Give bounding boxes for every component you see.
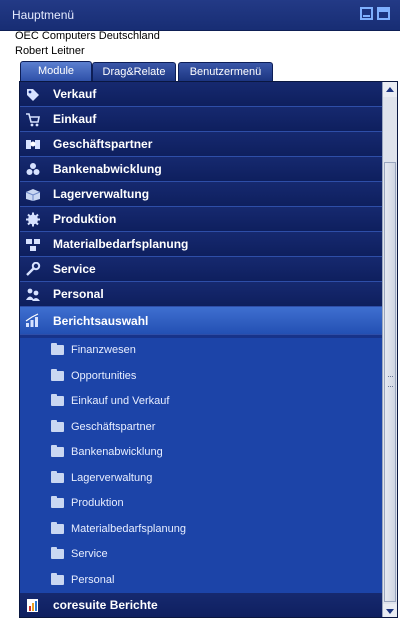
folder-label: Lagerverwaltung: [71, 471, 153, 484]
module-panel: Verkauf Einkauf Geschäftspartner Bankena…: [19, 81, 398, 618]
folder-label: Opportunities: [71, 369, 137, 382]
company-name: OEC Computers Deutschland: [15, 30, 160, 42]
folder-icon: [51, 572, 64, 585]
folder-icon: [51, 470, 64, 483]
folder-label: Materialbedarfsplanung: [71, 522, 186, 535]
module-label: Lagerverwaltung: [53, 187, 150, 201]
module-list: Verkauf Einkauf Geschäftspartner Bankena…: [20, 82, 382, 617]
module-item-verkauf[interactable]: Verkauf: [20, 82, 382, 107]
module-item-service[interactable]: Service: [20, 257, 382, 282]
business-partner-icon: [26, 140, 40, 149]
user-name: Robert Leitner: [15, 45, 85, 57]
folder-item-geschaeftspartner[interactable]: Geschäftspartner: [20, 414, 382, 440]
report-chart-icon: [25, 313, 39, 327]
folder-label: Finanzwesen: [71, 344, 136, 356]
people-icon: [26, 288, 40, 301]
folder-icon: [51, 547, 64, 559]
folder-item-service[interactable]: Service: [20, 542, 382, 567]
tag-icon: [27, 89, 39, 101]
vertical-scrollbar[interactable]: [382, 82, 397, 617]
folder-label: Einkauf und Verkauf: [71, 395, 170, 407]
folder-icon: [51, 343, 64, 355]
folder-icon: [51, 394, 64, 406]
folder-item-opportunities[interactable]: Opportunities: [20, 363, 382, 389]
module-item-personal[interactable]: Personal: [20, 282, 382, 307]
module-item-coresuite-berichte[interactable]: coresuite Berichte: [20, 593, 382, 617]
module-item-produktion[interactable]: Produktion: [20, 207, 382, 232]
report-folder-list: Finanzwesen Opportunities Einkauf und Ve…: [20, 338, 382, 593]
module-item-einkauf[interactable]: Einkauf: [20, 107, 382, 132]
folder-icon: [51, 445, 64, 457]
folder-icon: [51, 368, 64, 381]
main-menu-window: Hauptmenü OEC Computers Deutschland Robe…: [0, 0, 400, 620]
warehouse-box-icon: [25, 189, 41, 201]
module-label: Materialbedarfsplanung: [53, 237, 189, 251]
coresuite-report-icon: [27, 599, 38, 612]
minimize-button[interactable]: [360, 7, 373, 20]
module-item-berichtsauswahl[interactable]: Berichtsauswahl: [20, 307, 382, 335]
folder-item-materialbedarfsplanung[interactable]: Materialbedarfsplanung: [20, 516, 382, 542]
cart-icon: [26, 113, 40, 127]
module-item-geschaeftspartner[interactable]: Geschäftspartner: [20, 132, 382, 157]
folder-item-finanzwesen[interactable]: Finanzwesen: [20, 338, 382, 363]
module-label: coresuite Berichte: [53, 598, 158, 612]
folder-label: Geschäftspartner: [71, 420, 156, 433]
module-item-materialbedarfsplanung[interactable]: Materialbedarfsplanung: [20, 232, 382, 257]
maximize-button[interactable]: [377, 7, 390, 20]
folder-icon: [51, 496, 64, 508]
folder-item-produktion[interactable]: Produktion: [20, 491, 382, 516]
folder-item-lagerverwaltung[interactable]: Lagerverwaltung: [20, 465, 382, 491]
module-label: Einkauf: [53, 112, 97, 126]
module-label: Produktion: [53, 212, 117, 226]
gear-icon: [26, 212, 40, 227]
folder-label: Service: [71, 548, 108, 560]
folder-label: Bankenabwicklung: [71, 446, 163, 458]
menu-tabs: Module Drag&Relate Benutzermenü: [0, 61, 400, 82]
module-label: Personal: [53, 287, 104, 301]
tab-drag-relate[interactable]: Drag&Relate: [92, 62, 176, 81]
folder-label: Personal: [71, 573, 115, 586]
module-item-lagerverwaltung[interactable]: Lagerverwaltung: [20, 182, 382, 207]
folder-item-einkauf-und-verkauf[interactable]: Einkauf und Verkauf: [20, 389, 382, 414]
module-label: Service: [53, 262, 96, 276]
scroll-up-arrow-icon[interactable]: [383, 82, 397, 97]
module-label: Bankenabwicklung: [53, 162, 162, 176]
folder-item-personal[interactable]: Personal: [20, 567, 382, 593]
scrollbar-grip-icon: [388, 376, 393, 387]
folder-item-bankenabwicklung[interactable]: Bankenabwicklung: [20, 440, 382, 465]
tab-user-menu[interactable]: Benutzermenü: [178, 62, 273, 81]
coins-icon: [26, 163, 40, 175]
module-label: Geschäftspartner: [53, 137, 153, 151]
scroll-down-arrow-icon[interactable]: [383, 604, 397, 617]
module-label: Verkauf: [53, 87, 97, 101]
title-bar[interactable]: Hauptmenü: [0, 0, 400, 31]
scrollbar-thumb[interactable]: [384, 162, 396, 602]
tab-module[interactable]: Module: [20, 61, 92, 82]
wrench-icon: [26, 262, 41, 276]
folder-label: Produktion: [71, 497, 124, 509]
module-label: Berichtsauswahl: [53, 314, 149, 328]
folder-icon: [51, 521, 64, 534]
module-item-bankenabwicklung[interactable]: Bankenabwicklung: [20, 157, 382, 182]
planning-icon: [26, 239, 40, 251]
window-title: Hauptmenü: [12, 8, 75, 22]
folder-icon: [51, 419, 64, 432]
